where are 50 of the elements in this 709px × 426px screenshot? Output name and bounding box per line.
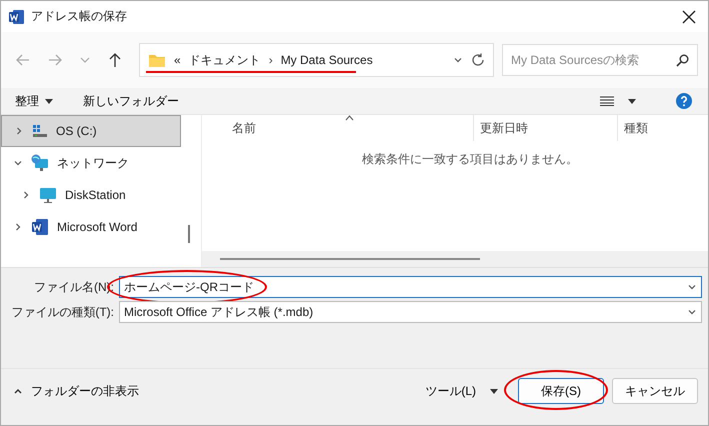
- window-title: アドレス帳の保存: [31, 8, 128, 25]
- caret-icon: [628, 98, 636, 104]
- tools-menu[interactable]: ツール(L): [425, 382, 476, 400]
- scrollbar-thumb[interactable]: [188, 225, 190, 243]
- filetype-dropdown[interactable]: Microsoft Office アドレス帳 (*.mdb): [119, 301, 702, 323]
- tree-item[interactable]: OS (C:): [1, 115, 181, 147]
- expand-icon[interactable]: [21, 190, 31, 200]
- column-header[interactable]: 名前: [202, 115, 474, 141]
- network-icon: [31, 154, 49, 172]
- hide-folders-button[interactable]: フォルダーの非表示: [13, 382, 139, 400]
- address-bar[interactable]: « ドキュメント › My Data Sources: [139, 43, 494, 77]
- word-icon: [31, 218, 49, 236]
- new-folder-button[interactable]: 新しいフォルダー: [79, 90, 183, 112]
- breadcrumb-separator: ›: [268, 53, 273, 67]
- save-button[interactable]: 保存(S): [518, 378, 604, 404]
- tree-item[interactable]: Microsoft Word: [1, 211, 181, 243]
- organize-menu[interactable]: 整理: [11, 90, 57, 112]
- dropdown-icon[interactable]: [687, 307, 697, 317]
- word-icon: [9, 8, 25, 24]
- dropdown-icon[interactable]: [687, 282, 697, 292]
- empty-message: 検索条件に一致する項目はありません。: [362, 151, 578, 168]
- tree-item[interactable]: ネットワーク: [1, 147, 181, 179]
- help-icon[interactable]: [676, 93, 692, 109]
- column-header[interactable]: 更新日時: [474, 115, 618, 141]
- caret-icon: [45, 98, 53, 104]
- monitor-icon: [39, 186, 57, 204]
- expand-icon[interactable]: [13, 222, 23, 232]
- field-label: ファイルの種類(T):: [10, 304, 115, 320]
- scrollbar-thumb[interactable]: [220, 258, 480, 260]
- up-arrow-icon: [107, 52, 123, 68]
- left-arrow-icon: [15, 52, 31, 68]
- folder-icon: [148, 52, 166, 68]
- dropdown-icon[interactable]: [453, 55, 463, 65]
- tree-item[interactable]: DiskStation: [1, 179, 181, 211]
- list-view-icon: [600, 96, 614, 106]
- dropdown-icon[interactable]: [490, 388, 498, 394]
- close-icon: [682, 10, 696, 24]
- drive-icon: [32, 124, 48, 138]
- collapse-icon[interactable]: [13, 158, 23, 168]
- breadcrumb-item[interactable]: «: [174, 53, 181, 67]
- search-icon: [676, 54, 689, 66]
- expand-icon[interactable]: [14, 126, 24, 136]
- filename-field[interactable]: ホームページ-QRコード: [119, 276, 702, 298]
- right-arrow-icon: [47, 52, 63, 68]
- column-header[interactable]: 種類: [618, 115, 708, 141]
- refresh-icon[interactable]: [471, 53, 485, 67]
- breadcrumb-item[interactable]: ドキュメント: [188, 52, 261, 68]
- cancel-button[interactable]: キャンセル: [612, 378, 698, 404]
- breadcrumb-item[interactable]: My Data Sources: [280, 53, 373, 67]
- search-field[interactable]: My Data Sourcesの検索: [502, 44, 698, 76]
